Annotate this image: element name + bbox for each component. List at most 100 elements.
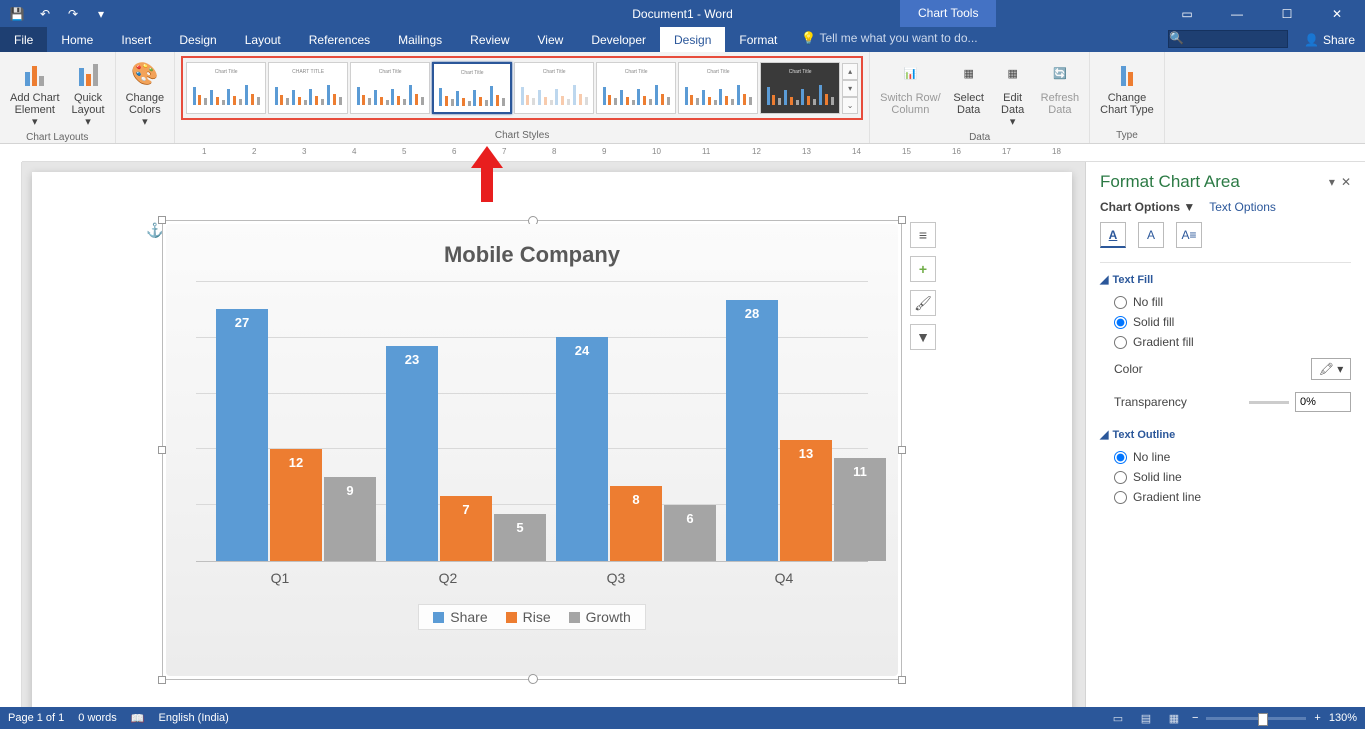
search-box[interactable]: 🔍 — [1168, 30, 1288, 48]
tab-chart-format[interactable]: Format — [725, 27, 791, 52]
change-colors-button[interactable]: 🎨 Change Colors ▾ — [122, 56, 169, 130]
tab-home[interactable]: Home — [47, 27, 107, 52]
legend-item[interactable]: Rise — [506, 609, 551, 625]
tell-me-search[interactable]: 💡 Tell me what you want to do... — [791, 27, 987, 52]
maximize-icon[interactable]: ☐ — [1267, 1, 1307, 26]
chart-style-8[interactable]: Chart Title — [760, 62, 840, 114]
zoom-level[interactable]: 130% — [1329, 712, 1357, 724]
bar-rise-q4[interactable]: 13 — [780, 440, 832, 561]
resize-handle-ml[interactable] — [158, 446, 166, 454]
text-options-tab[interactable]: Text Options — [1209, 200, 1276, 214]
legend-item[interactable]: Growth — [569, 609, 631, 625]
chart-object[interactable]: Mobile Company 2712923752486281311 Q1Q2Q… — [162, 220, 902, 680]
zoom-out-icon[interactable]: − — [1192, 712, 1198, 724]
tab-review[interactable]: Review — [456, 27, 523, 52]
no-fill-radio[interactable]: No fill — [1100, 292, 1351, 312]
chart-options-tab[interactable]: Chart Options ▼ — [1100, 200, 1195, 214]
transparency-spinner[interactable] — [1295, 392, 1351, 412]
resize-handle-tr[interactable] — [898, 216, 906, 224]
pane-dropdown-icon[interactable]: ▾ — [1329, 175, 1335, 189]
page-indicator[interactable]: Page 1 of 1 — [8, 712, 64, 724]
bar-growth-q4[interactable]: 11 — [834, 458, 886, 561]
resize-handle-bl[interactable] — [158, 676, 166, 684]
redo-icon[interactable]: ↷ — [66, 7, 80, 21]
tab-chart-design[interactable]: Design — [660, 27, 725, 52]
tab-insert[interactable]: Insert — [107, 27, 165, 52]
minimize-icon[interactable]: — — [1217, 1, 1257, 26]
chart-style-1[interactable]: Chart Title — [186, 62, 266, 114]
close-icon[interactable]: ✕ — [1317, 1, 1357, 26]
chart-style-5[interactable]: Chart Title — [514, 62, 594, 114]
text-fill-section[interactable]: ◢ Text Fill — [1100, 273, 1351, 286]
select-data-button[interactable]: ▦Select Data — [949, 56, 989, 130]
bar-rise-q1[interactable]: 12 — [270, 449, 322, 561]
web-layout-icon[interactable]: ▦ — [1164, 710, 1184, 726]
resize-handle-br[interactable] — [898, 676, 906, 684]
resize-handle-mr[interactable] — [898, 446, 906, 454]
bar-growth-q3[interactable]: 6 — [664, 505, 716, 561]
share-button[interactable]: 👤 Share — [1294, 27, 1365, 52]
chart-title[interactable]: Mobile Company — [186, 242, 878, 268]
no-line-radio[interactable]: No line — [1100, 447, 1351, 467]
language-indicator[interactable]: English (India) — [159, 712, 229, 724]
bar-growth-q2[interactable]: 5 — [494, 514, 546, 561]
qat-customize-icon[interactable]: ▾ — [94, 7, 108, 21]
zoom-in-icon[interactable]: + — [1314, 712, 1320, 724]
chart-area[interactable]: Mobile Company 2712923752486281311 Q1Q2Q… — [166, 224, 898, 676]
gallery-scroll[interactable]: ▴▾⌄ — [842, 63, 858, 114]
chart-style-2[interactable]: CHART TITLE — [268, 62, 348, 114]
legend-item[interactable]: Share — [433, 609, 487, 625]
bar-share-q2[interactable]: 23 — [386, 346, 438, 561]
color-picker-button[interactable]: 🖍 ▾ — [1311, 358, 1351, 380]
vertical-ruler[interactable] — [0, 162, 22, 709]
read-mode-icon[interactable]: ▭ — [1108, 710, 1128, 726]
transparency-slider[interactable] — [1249, 401, 1289, 404]
chart-add-button[interactable]: + — [910, 256, 936, 282]
bar-rise-q3[interactable]: 8 — [610, 486, 662, 561]
tab-references[interactable]: References — [295, 27, 384, 52]
add-chart-element-button[interactable]: Add Chart Element ▾ — [6, 56, 64, 130]
quick-layout-button[interactable]: Quick Layout ▾ — [68, 56, 109, 130]
solid-fill-radio[interactable]: Solid fill — [1100, 312, 1351, 332]
undo-icon[interactable]: ↶ — [38, 7, 52, 21]
bar-growth-q1[interactable]: 9 — [324, 477, 376, 561]
solid-line-radio[interactable]: Solid line — [1100, 467, 1351, 487]
edit-data-button[interactable]: ▦Edit Data ▾ — [993, 56, 1033, 130]
bar-rise-q2[interactable]: 7 — [440, 496, 492, 561]
chart-style-3[interactable]: Chart Title — [350, 62, 430, 114]
chart-elements-button[interactable]: ≡ — [910, 222, 936, 248]
print-layout-icon[interactable]: ▤ — [1136, 710, 1156, 726]
pane-close-icon[interactable]: ✕ — [1341, 175, 1351, 189]
chart-legend[interactable]: Share Rise Growth — [418, 604, 646, 630]
chart-style-4-selected[interactable]: Chart Title — [432, 62, 512, 114]
gradient-fill-radio[interactable]: Gradient fill — [1100, 332, 1351, 352]
chart-style-6[interactable]: Chart Title — [596, 62, 676, 114]
ribbon-display-icon[interactable]: ▭ — [1167, 1, 1207, 26]
document-area[interactable]: ⚓ Mobile Company 2712923752486281311 Q1Q… — [22, 162, 1085, 709]
tab-page-design[interactable]: Design — [165, 27, 230, 52]
bar-share-q4[interactable]: 28 — [726, 300, 778, 561]
change-chart-type-button[interactable]: Change Chart Type — [1096, 56, 1158, 118]
plot-area[interactable]: 2712923752486281311 — [196, 282, 868, 562]
spell-check-icon[interactable]: 📖 — [131, 712, 145, 725]
chart-styles-button[interactable]: 🖌 — [910, 290, 936, 316]
save-icon[interactable]: 💾 — [10, 7, 24, 21]
tab-mailings[interactable]: Mailings — [384, 27, 456, 52]
zoom-slider[interactable] — [1206, 717, 1306, 720]
resize-handle-tl[interactable] — [158, 216, 166, 224]
text-outline-section[interactable]: ◢ Text Outline — [1100, 428, 1351, 441]
bar-share-q3[interactable]: 24 — [556, 337, 608, 561]
chart-filter-button[interactable]: ▼ — [910, 324, 936, 350]
tab-layout[interactable]: Layout — [231, 27, 295, 52]
chart-style-7[interactable]: Chart Title — [678, 62, 758, 114]
word-count[interactable]: 0 words — [78, 712, 117, 724]
tab-file[interactable]: File — [0, 27, 47, 52]
textbox-icon[interactable]: A≡ — [1176, 222, 1202, 248]
tab-view[interactable]: View — [524, 27, 578, 52]
tab-developer[interactable]: Developer — [577, 27, 660, 52]
text-effects-icon[interactable]: A — [1138, 222, 1164, 248]
horizontal-ruler[interactable]: 123456789101112131415161718 — [22, 144, 1365, 162]
gradient-line-radio[interactable]: Gradient line — [1100, 487, 1351, 507]
bar-share-q1[interactable]: 27 — [216, 309, 268, 561]
text-fill-outline-icon[interactable]: A — [1100, 222, 1126, 248]
